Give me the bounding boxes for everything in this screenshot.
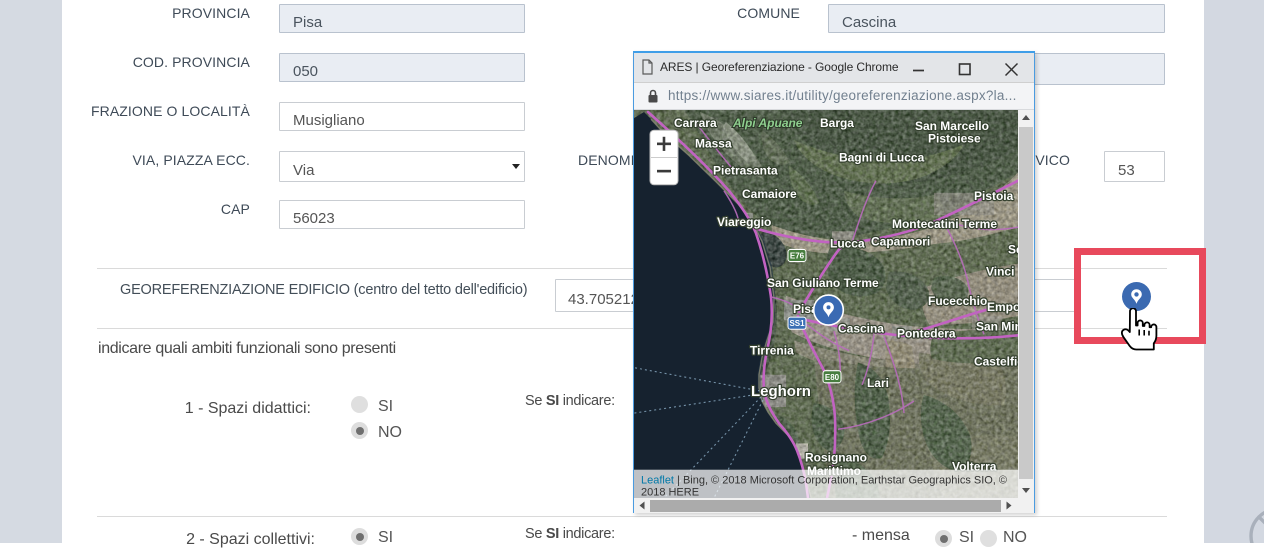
svg-text:San Min: San Min bbox=[976, 319, 1018, 333]
svg-text:Pietrasanta: Pietrasanta bbox=[713, 164, 778, 178]
svg-text:Montecatini Terme: Montecatini Terme bbox=[892, 217, 997, 231]
svg-text:Castelfiore: Castelfiore bbox=[974, 355, 1018, 369]
svg-text:Viareggio: Viareggio bbox=[717, 215, 771, 229]
svg-text:Massa: Massa bbox=[695, 136, 732, 150]
svg-text:SS1: SS1 bbox=[789, 319, 805, 328]
svg-text:Rosignano: Rosignano bbox=[805, 451, 867, 465]
svg-text:Pistoiese: Pistoiese bbox=[928, 131, 981, 145]
svg-text:San Giuliano Terme: San Giuliano Terme bbox=[767, 276, 879, 290]
svg-text:Tirrenia: Tirrenia bbox=[750, 343, 794, 357]
svg-text:E80: E80 bbox=[825, 373, 840, 382]
svg-text:Pistoia: Pistoia bbox=[974, 189, 1014, 203]
svg-text:Fucecchio: Fucecchio bbox=[928, 294, 987, 308]
svg-text:E76: E76 bbox=[790, 251, 805, 260]
svg-text:Camaiore: Camaiore bbox=[742, 187, 797, 201]
svg-text:Leaflet | Bing, © 2018 Microso: Leaflet | Bing, © 2018 Microsoft Corpora… bbox=[641, 474, 1007, 486]
svg-text:Empoli: Empoli bbox=[987, 300, 1018, 314]
svg-text:Bagni di Lucca: Bagni di Lucca bbox=[839, 150, 925, 164]
svg-text:Alpi Apuane: Alpi Apuane bbox=[732, 116, 803, 130]
svg-text:Serra: Serra bbox=[1008, 242, 1018, 256]
svg-text:2018 HERE: 2018 HERE bbox=[641, 486, 699, 498]
svg-text:Leghorn: Leghorn bbox=[751, 383, 811, 400]
svg-text:Cascina: Cascina bbox=[838, 321, 884, 335]
svg-text:Pontedera: Pontedera bbox=[897, 326, 956, 340]
svg-text:Lari: Lari bbox=[867, 376, 889, 390]
svg-text:Vinci: Vinci bbox=[986, 265, 1014, 279]
svg-text:Capannori: Capannori bbox=[871, 234, 930, 248]
svg-text:Barga: Barga bbox=[820, 116, 854, 130]
svg-text:Lucca: Lucca bbox=[830, 236, 865, 250]
svg-text:Carrara: Carrara bbox=[674, 116, 717, 130]
